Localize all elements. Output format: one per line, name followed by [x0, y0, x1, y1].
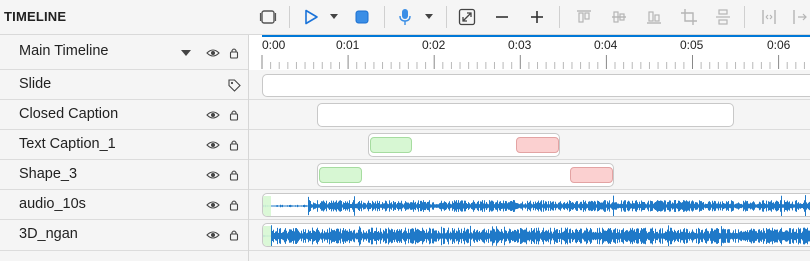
layer-row-audio[interactable]: audio_10s	[0, 190, 248, 220]
fade-in-marker[interactable]	[370, 137, 412, 153]
fit-icon[interactable]	[456, 5, 478, 29]
audio-clip[interactable]	[262, 223, 810, 247]
visibility-eye-icon[interactable]	[205, 107, 221, 123]
align-top-icon[interactable]	[573, 5, 595, 29]
layer-row-shape[interactable]: Shape_3	[0, 160, 248, 190]
layer-row-text-caption[interactable]: Text Caption_1	[0, 130, 248, 160]
fade-out-marker[interactable]	[516, 137, 559, 153]
layer-row-slide[interactable]: Slide	[0, 70, 248, 100]
toolbar-separator	[384, 6, 385, 28]
toolbar-separator	[559, 6, 560, 28]
play-icon[interactable]	[300, 5, 322, 29]
expand-icon[interactable]	[790, 5, 810, 29]
track-closed-caption[interactable]	[249, 100, 810, 130]
layer-row-closed-caption[interactable]: Closed Caption	[0, 100, 248, 130]
lock-icon[interactable]	[227, 137, 241, 153]
distribute-icon[interactable]	[712, 5, 734, 29]
tag-icon[interactable]	[227, 77, 241, 93]
frame-icon[interactable]	[257, 5, 279, 29]
track-3d-audio[interactable]	[249, 220, 810, 251]
waveform-path	[263, 225, 810, 246]
zoom-out-icon[interactable]	[491, 5, 513, 29]
microphone-icon[interactable]	[394, 5, 416, 29]
layer-row-3d-audio[interactable]: 3D_ngan	[0, 220, 248, 251]
toolbar-separator	[446, 6, 447, 28]
track-audio[interactable]	[249, 190, 810, 220]
ruler-ticks	[261, 55, 805, 69]
visibility-eye-icon[interactable]	[205, 137, 221, 153]
layer-list: Main Timeline Slide Closed Caption Text …	[0, 35, 249, 261]
visibility-eye-icon[interactable]	[205, 45, 221, 61]
crop-icon[interactable]	[678, 5, 700, 29]
layer-label: Shape_3	[19, 166, 78, 182]
align-middle-icon[interactable]	[608, 5, 630, 29]
layer-label: Main Timeline	[19, 43, 109, 59]
lock-icon[interactable]	[227, 45, 241, 61]
zoom-in-icon[interactable]	[526, 5, 548, 29]
visibility-eye-icon[interactable]	[205, 197, 221, 213]
layer-label: Text Caption_1	[19, 136, 116, 152]
layer-label: 3D_ngan	[19, 226, 78, 242]
toolbar-separator	[289, 6, 290, 28]
timeline-toolbar: TIMELINE	[0, 0, 810, 35]
audio-start-marker	[263, 196, 271, 216]
lock-icon[interactable]	[227, 107, 241, 123]
time-ruler[interactable]: 0:00 0:01 0:02 0:03 0:04 0:05 0:06	[249, 35, 810, 71]
track-shape[interactable]	[249, 160, 810, 190]
audio-waveform	[263, 225, 810, 246]
layer-label: Slide	[19, 76, 52, 92]
visibility-eye-icon[interactable]	[205, 167, 221, 183]
play-options-chevron-icon[interactable]	[328, 5, 340, 29]
audio-start-marker	[263, 226, 271, 246]
lock-icon[interactable]	[227, 167, 241, 183]
align-bottom-icon[interactable]	[643, 5, 665, 29]
audio-clip[interactable]	[262, 193, 810, 217]
layer-label: audio_10s	[19, 196, 86, 212]
waveform-path	[263, 195, 810, 216]
lock-icon[interactable]	[227, 227, 241, 243]
lock-icon[interactable]	[227, 197, 241, 213]
layer-label: Closed Caption	[19, 106, 119, 122]
slide-clip[interactable]	[262, 74, 810, 97]
shape-clip[interactable]	[317, 163, 614, 187]
layer-dropdown-chevron-icon[interactable]	[180, 47, 192, 59]
fade-out-marker[interactable]	[570, 167, 613, 183]
visibility-eye-icon[interactable]	[205, 227, 221, 243]
stop-icon[interactable]	[351, 5, 373, 29]
text-caption-clip[interactable]	[368, 133, 560, 157]
closed-caption-clip[interactable]	[317, 103, 734, 127]
toolbar-separator	[744, 6, 745, 28]
track-text-caption[interactable]	[249, 130, 810, 160]
track-slide[interactable]	[249, 70, 810, 100]
audio-waveform	[263, 195, 810, 216]
microphone-options-chevron-icon[interactable]	[423, 5, 435, 29]
fade-in-marker[interactable]	[319, 167, 362, 183]
split-icon[interactable]	[758, 5, 780, 29]
layer-row-main-timeline[interactable]: Main Timeline	[0, 35, 248, 70]
panel-title: TIMELINE	[4, 9, 67, 24]
